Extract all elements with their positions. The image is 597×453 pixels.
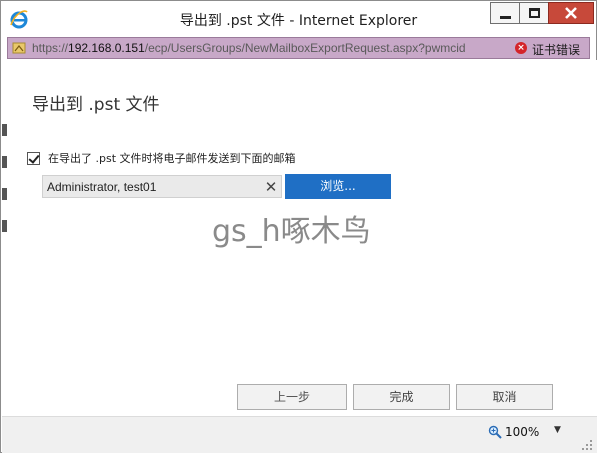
cancel-button[interactable]: 取消	[456, 384, 553, 410]
recipient-value: Administrator, test01	[47, 180, 157, 194]
url-path: /ecp/UsersGroups/NewMailboxExportRequest…	[144, 41, 466, 55]
status-bar: 100% ▼	[2, 416, 597, 453]
clear-recipients-icon[interactable]: ✕	[262, 178, 280, 196]
zoom-level[interactable]: 100%	[505, 425, 539, 439]
send-email-option[interactable]: 在导出了 .pst 文件时将电子邮件发送到下面的邮箱	[27, 150, 296, 166]
page-title: 导出到 .pst 文件	[32, 95, 160, 115]
watermark: gs_h啄木鸟	[212, 214, 371, 249]
back-button[interactable]: 上一步	[237, 384, 347, 410]
url-scheme: https://	[32, 41, 69, 55]
url-host: 192.168.0.151	[68, 41, 145, 55]
browse-button[interactable]: 浏览...	[285, 174, 391, 199]
zoom-dropdown-icon[interactable]: ▼	[554, 425, 561, 435]
finish-button[interactable]: 完成	[353, 384, 450, 410]
recipient-field[interactable]: Administrator, test01 ✕	[42, 175, 282, 198]
background-edge	[2, 124, 8, 252]
minimize-icon	[499, 15, 511, 19]
maximize-button[interactable]	[519, 2, 549, 24]
address-bar[interactable]: https://192.168.0.151/ecp/UsersGroups/Ne…	[7, 37, 590, 59]
error-x-icon[interactable]: ×	[515, 42, 527, 54]
dialog-content: 导出到 .pst 文件 在导出了 .pst 文件时将电子邮件发送到下面的邮箱 A…	[2, 60, 597, 416]
resize-grip-icon[interactable]	[581, 439, 593, 451]
title-bar: 导出到 .pst 文件 - Internet Explorer	[1, 1, 596, 37]
minimize-button[interactable]	[490, 2, 520, 24]
close-button[interactable]	[548, 2, 594, 24]
zoom-icon	[488, 425, 502, 439]
maximize-icon	[528, 8, 540, 18]
send-email-label: 在导出了 .pst 文件时将电子邮件发送到下面的邮箱	[48, 152, 296, 165]
send-email-checkbox[interactable]	[27, 151, 40, 165]
close-icon	[565, 7, 577, 19]
ie-window: 导出到 .pst 文件 - Internet Explorer https://…	[0, 0, 597, 453]
url-text[interactable]: https://192.168.0.151/ecp/UsersGroups/Ne…	[32, 41, 512, 55]
page-icon	[12, 42, 26, 54]
certificate-error-link[interactable]: 证书错误	[532, 41, 580, 58]
